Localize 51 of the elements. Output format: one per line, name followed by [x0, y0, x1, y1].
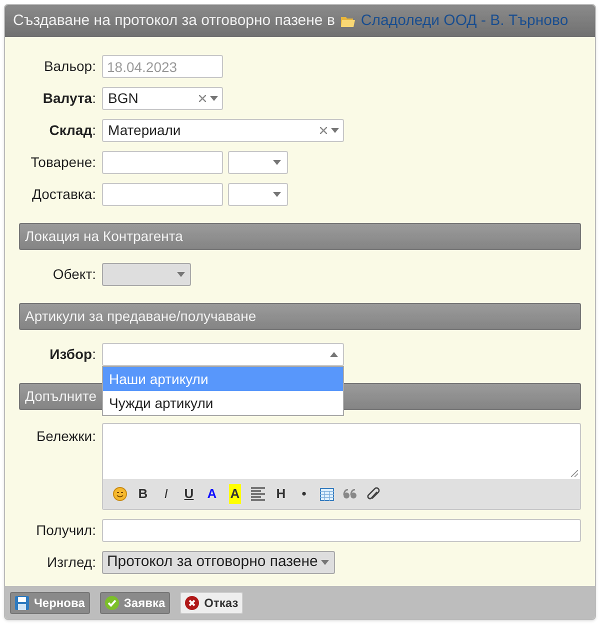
field-label: Доставка: [32, 185, 96, 204]
caret-icon [331, 128, 339, 133]
field-label: Получил: [36, 521, 96, 540]
caret-icon [210, 96, 218, 101]
section-header: Локация на Контрагента [19, 223, 581, 250]
caret-icon [330, 352, 338, 357]
folder-icon [340, 16, 355, 26]
field-label: Избор: [50, 345, 96, 364]
highlight-button[interactable]: A [224, 483, 246, 505]
field-label: Обект: [52, 265, 96, 284]
underline-button[interactable]: U [178, 483, 200, 505]
window-title: Създаване на протокол за отговорно пазене в [13, 10, 335, 31]
date-field[interactable]: 18.04.2023 [102, 55, 223, 78]
caret-icon [320, 560, 329, 565]
date-field[interactable] [102, 151, 223, 174]
quote-icon[interactable] [343, 489, 357, 499]
bold-button[interactable]: B [132, 483, 154, 505]
notes-field[interactable]: B I U A A H • [102, 423, 581, 510]
field-label: Изглед: [47, 553, 96, 572]
table-icon[interactable] [320, 488, 334, 500]
clear-icon[interactable] [199, 95, 206, 102]
align-icon[interactable] [251, 487, 265, 501]
cancel-button[interactable]: Отказ [180, 592, 244, 614]
close-icon [185, 596, 200, 610]
time-select[interactable] [228, 151, 288, 174]
smiley-icon[interactable] [113, 487, 127, 501]
field-label: Вальор: [44, 57, 96, 76]
date-field[interactable] [102, 183, 223, 206]
caret-icon [177, 272, 185, 277]
check-icon [104, 596, 119, 610]
field-label: Товарене: [30, 153, 96, 172]
text-color-button[interactable]: A [201, 483, 223, 505]
select-field[interactable]: Протокол за отговорно пазене [102, 551, 335, 574]
caret-icon [273, 192, 281, 197]
bullet-button[interactable]: • [293, 483, 315, 505]
resize-grip-icon[interactable] [571, 470, 578, 477]
field-label: Валута: [42, 89, 96, 108]
select-field[interactable] [102, 343, 344, 366]
paperclip-icon[interactable] [366, 486, 380, 502]
clear-icon[interactable] [320, 127, 327, 134]
time-select[interactable] [228, 183, 288, 206]
section-header: Артикули за предаване/получаване [19, 303, 581, 330]
field-label: Склад: [49, 121, 96, 140]
select-field[interactable] [102, 263, 191, 286]
select-field[interactable]: Материали [102, 119, 344, 142]
field-label: Бележки: [36, 427, 96, 446]
italic-button[interactable]: I [155, 483, 177, 505]
text-field[interactable] [102, 519, 581, 542]
select-field[interactable]: BGN [102, 87, 223, 110]
heading-button[interactable]: H [270, 483, 292, 505]
caret-icon [273, 160, 281, 165]
